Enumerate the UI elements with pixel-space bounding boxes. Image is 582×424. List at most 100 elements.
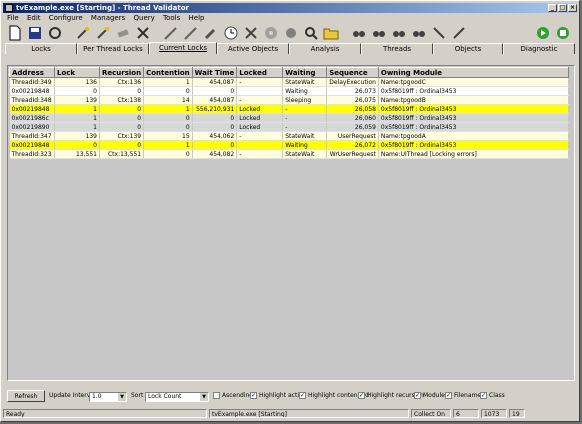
tab-analysis[interactable]: Analysis	[289, 43, 361, 54]
tab-active-objects[interactable]: Active Objects	[217, 43, 289, 54]
go-icon[interactable]	[535, 25, 551, 41]
table-cell: 0x00219848	[9, 140, 55, 150]
binoculars-icon[interactable]	[371, 25, 387, 41]
save-icon[interactable]	[27, 25, 43, 41]
arrow-icon[interactable]	[451, 25, 467, 41]
table-cell: 1	[143, 140, 193, 150]
table-cell	[236, 86, 284, 96]
table-cell: UserRequest	[326, 131, 379, 141]
col-recursion[interactable]: Recursion	[98, 67, 145, 78]
table-cell: 0	[192, 140, 238, 150]
table-row[interactable]: 0x00219848 0 0 0 0 Waiting 26,073 0x5f8019ff : …	[9, 86, 569, 96]
eraser-icon[interactable]	[115, 25, 131, 41]
scissors-icon[interactable]	[135, 25, 151, 41]
menu-managers[interactable]: Managers	[91, 14, 125, 22]
table-cell: 454,087	[192, 95, 238, 105]
col-waiting[interactable]: Waiting	[282, 67, 328, 78]
new-file-icon[interactable]	[7, 25, 23, 41]
col-locked[interactable]: Locked	[236, 67, 284, 78]
sort-select[interactable]: Lock Count ▼	[145, 392, 209, 402]
table-row[interactable]: ThreadId:323 13,551 Ctx:13,551 0 454,082- Sta…	[9, 149, 569, 159]
highlight-recursion-checkbox[interactable]: ✓	[358, 392, 365, 399]
refresh-icon[interactable]	[47, 25, 63, 41]
table-cell: 0	[192, 113, 238, 123]
tools-icon[interactable]	[243, 25, 259, 41]
wrench-icon[interactable]	[203, 25, 219, 41]
menu-edit[interactable]: Edit	[27, 14, 41, 22]
title-bar[interactable]: tvExample.exe [Starting] - Thread Valida…	[3, 3, 577, 13]
table-cell: 0	[99, 140, 145, 150]
col-owning-module[interactable]: Owning Module	[377, 67, 569, 78]
table-cell: 139	[54, 95, 100, 105]
col-address[interactable]: Address	[9, 67, 55, 78]
table-cell: ThreadId:349	[9, 77, 55, 87]
disc-icon[interactable]	[263, 25, 279, 41]
ascending-checkbox[interactable]	[213, 392, 220, 399]
binoculars-icon[interactable]	[411, 25, 427, 41]
highlight-active-checkbox[interactable]: ✓	[250, 392, 257, 399]
binoculars-icon[interactable]	[351, 25, 367, 41]
table-cell: 0	[54, 140, 100, 150]
table-row[interactable]: 0x00219848 0 0 1 0 Waiting 26,072 0x5f8019ff : …	[9, 140, 569, 150]
col-contention[interactable]: Contention	[143, 67, 193, 78]
table-row[interactable]: ThreadId:348 139 Ctx:138 14 454,087- Sleeping…	[9, 95, 569, 105]
update-interval-select[interactable]: 1.0 ▼	[89, 392, 127, 402]
close-button[interactable]: ×	[568, 4, 577, 12]
table-row[interactable]: 0x0021986c 1 0 0 0 Locked -26,060 0x5f8019ff : …	[9, 113, 569, 123]
table-cell: 0	[143, 122, 193, 132]
menu-help[interactable]: Help	[189, 14, 205, 22]
refresh-button[interactable]: Refresh	[7, 390, 45, 402]
maximize-button[interactable]: □	[558, 4, 567, 12]
menu-query[interactable]: Query	[134, 14, 155, 22]
binoculars-icon[interactable]	[391, 25, 407, 41]
menu-configure[interactable]: Configure	[49, 14, 83, 22]
highlight-contended-checkbox[interactable]: ✓	[299, 392, 306, 399]
table-cell: 0	[99, 86, 145, 96]
filename-checkbox[interactable]: ✓	[445, 392, 452, 399]
table-row[interactable]: ThreadId:349 136 Ctx:136 1 454,087- StateWait…	[9, 77, 569, 87]
pen-icon[interactable]	[183, 25, 199, 41]
tab-objects[interactable]: Objects	[433, 43, 503, 54]
table-cell: 0x5f8019ff : Ordinal3453	[378, 140, 569, 150]
table-row[interactable]: 0x00219890 1 0 0 0 Locked -26,059 0x5f8019ff : …	[9, 122, 569, 132]
class-checkbox[interactable]: ✓	[480, 392, 487, 399]
clock-icon[interactable]	[223, 25, 239, 41]
table-cell: Waiting	[282, 140, 328, 150]
magnifier-icon[interactable]	[303, 25, 319, 41]
tab-threads[interactable]: Threads	[361, 43, 433, 54]
wand-icon[interactable]	[75, 25, 91, 41]
stop-icon[interactable]	[555, 25, 571, 41]
module-checkbox[interactable]: ✓	[414, 392, 421, 399]
table-cell: 0	[143, 149, 193, 159]
table-cell: -	[236, 131, 284, 141]
status-count-1: 6	[453, 409, 479, 418]
pen-icon[interactable]	[163, 25, 179, 41]
col-lock[interactable]: Lock	[54, 67, 100, 78]
locks-table-panel[interactable]: Address Lock Recursion Contention Wait T…	[7, 65, 575, 381]
tab-per-thread-locks[interactable]: Per Thread Locks	[77, 43, 149, 54]
tab-diagnostic[interactable]: Diagnostic	[503, 43, 575, 54]
col-sequence[interactable]: Sequence	[326, 67, 379, 78]
menu-tools[interactable]: Tools	[163, 14, 180, 22]
col-wait-time[interactable]: Wait Time	[191, 67, 238, 78]
folder-icon[interactable]	[323, 25, 339, 41]
tab-locks[interactable]: Locks	[5, 43, 77, 54]
table-cell: 26,075	[326, 95, 379, 105]
minimize-button[interactable]: _	[548, 4, 557, 12]
menu-bar: File Edit Configure Managers Query Tools…	[3, 14, 577, 23]
arrow-icon[interactable]	[431, 25, 447, 41]
table-cell: ThreadId:348	[9, 95, 55, 105]
table-cell: 0x00219848	[9, 104, 55, 114]
table-cell: ThreadId:347	[9, 131, 55, 141]
module-label: Module	[423, 392, 445, 399]
table-cell: -	[236, 149, 284, 159]
wand-icon[interactable]	[95, 25, 111, 41]
table-row[interactable]: 0x00219848 1 0 1 556,210,931 Locked -26,058 0x5…	[9, 104, 569, 114]
menu-file[interactable]: File	[7, 14, 19, 22]
gear-icon[interactable]	[283, 25, 299, 41]
table-cell: 0x5f8019ff : Ordinal3453	[378, 104, 569, 114]
tab-current-locks[interactable]: Current Locks	[149, 42, 217, 54]
table-row[interactable]: ThreadId:347 139 Ctx:139 15 454,062- StateWai…	[9, 131, 569, 141]
table-cell: 0	[192, 86, 238, 96]
table-cell: StateWait	[282, 149, 328, 159]
